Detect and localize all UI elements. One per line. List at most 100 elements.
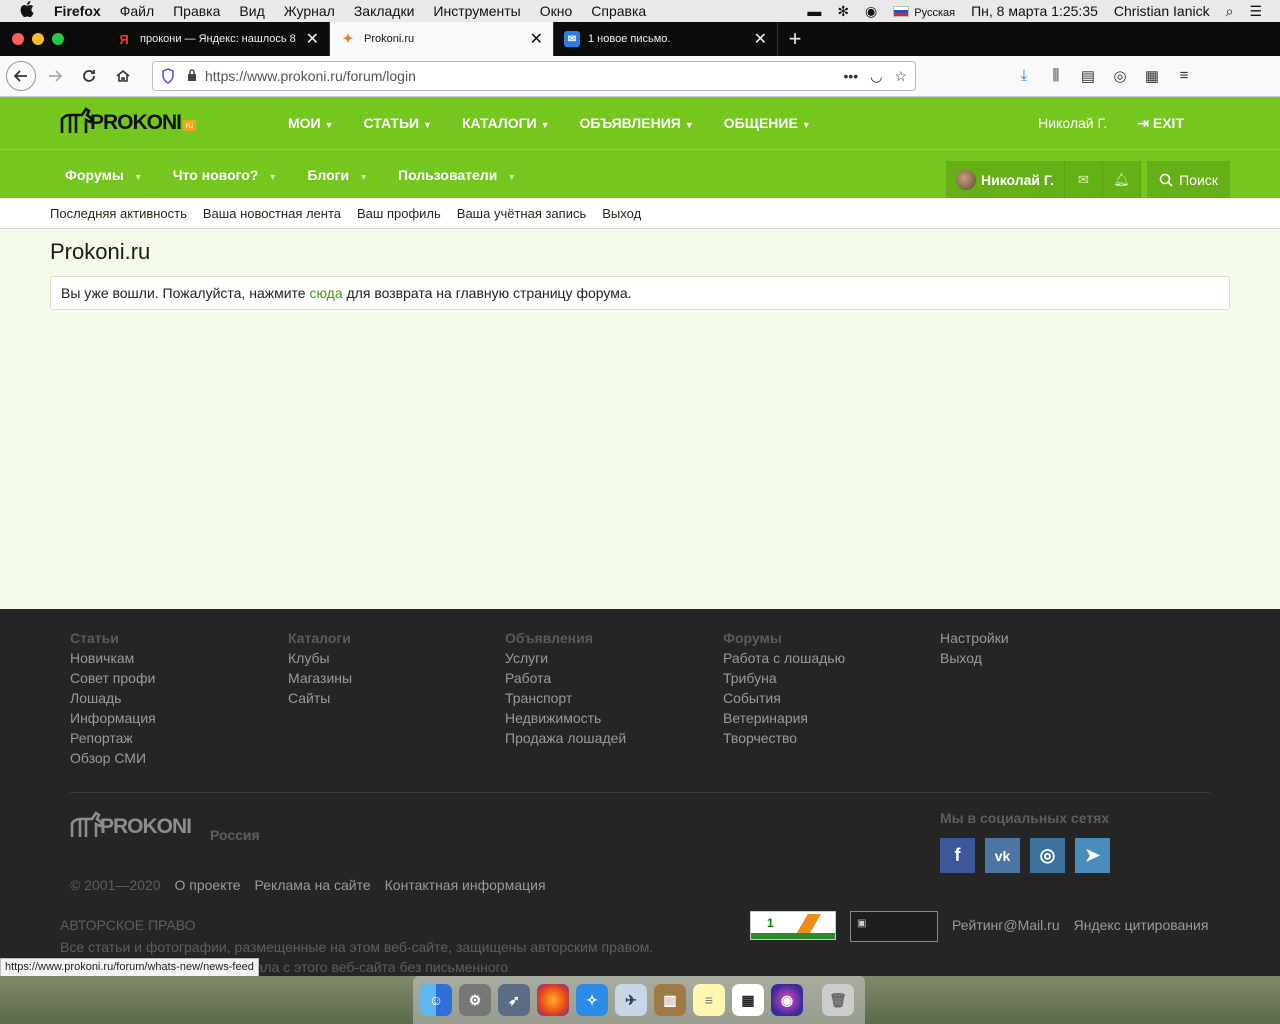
footer-link[interactable]: Настройки xyxy=(940,630,1009,650)
menu-file[interactable]: Файл xyxy=(120,3,154,19)
library-icon[interactable]: ⫼ xyxy=(1040,67,1072,85)
menu-tools[interactable]: Инструменты xyxy=(433,3,520,19)
notebook-icon[interactable]: ▥ xyxy=(654,984,686,1016)
launchpad-icon[interactable]: ➶ xyxy=(498,984,530,1016)
menu-window[interactable]: Окно xyxy=(540,3,573,19)
rating-mail-link[interactable]: Рейтинг@Mail.ru xyxy=(952,917,1060,933)
forum-nav-blogs[interactable]: Блоги ▼ xyxy=(307,167,368,183)
nav-moi[interactable]: МОИ ▼ xyxy=(288,115,334,131)
nav-stati[interactable]: СТАТЬИ ▼ xyxy=(364,115,432,131)
subnav-logout[interactable]: Выход xyxy=(602,206,641,221)
footer-link[interactable]: Услуги xyxy=(505,650,626,670)
downloads-icon[interactable]: ⤓ xyxy=(1008,67,1040,85)
subnav-account[interactable]: Ваша учётная запись xyxy=(457,206,586,221)
forum-nav-users[interactable]: Пользователи ▼ xyxy=(398,167,516,183)
menu-history[interactable]: Журнал xyxy=(284,3,335,19)
tab-yandex[interactable]: Я прокони — Яндекс: нашлось 8 ✕ xyxy=(106,22,330,56)
tab-mail[interactable]: ✉ 1 новое письмо. ✕ xyxy=(554,22,778,56)
safari-icon[interactable]: ✧ xyxy=(576,984,608,1016)
footer-link[interactable]: События xyxy=(723,690,845,710)
sidebar-icon[interactable]: ▤ xyxy=(1072,67,1104,85)
footer-link[interactable]: Информация xyxy=(70,710,156,730)
vk-icon[interactable]: vk xyxy=(985,838,1020,873)
footer-link[interactable]: Трибуна xyxy=(723,670,845,690)
input-source[interactable]: Русская xyxy=(893,3,955,19)
nav-obshchenie[interactable]: ОБЩЕНИЕ ▼ xyxy=(724,115,811,131)
system-preferences-icon[interactable]: ⚙ xyxy=(459,984,491,1016)
firefox-icon[interactable] xyxy=(537,984,569,1016)
page-actions-icon[interactable]: ••• xyxy=(844,68,859,84)
return-to-forum-link[interactable]: сюда xyxy=(309,285,342,301)
prokoni-logo[interactable]: PROKONI ru xyxy=(60,105,197,135)
nav-obyavleniya[interactable]: ОБЪЯВЛЕНИЯ ▼ xyxy=(580,115,694,131)
footer-region[interactable]: Россия xyxy=(210,827,260,843)
trash-icon[interactable]: 🗑︎ xyxy=(822,984,854,1016)
menu-bookmarks[interactable]: Закладки xyxy=(354,3,415,19)
new-tab-button[interactable]: + xyxy=(778,22,812,56)
exit-button[interactable]: ⇥ EXIT xyxy=(1137,115,1184,132)
yandex-citation-link[interactable]: Яндекс цитирования xyxy=(1074,917,1209,933)
footer-link[interactable]: Новичкам xyxy=(70,650,156,670)
forward-button[interactable] xyxy=(40,61,70,91)
footer-link[interactable]: Репортаж xyxy=(70,730,156,750)
subnav-profile[interactable]: Ваш профиль xyxy=(357,206,441,221)
apple-menu-icon[interactable] xyxy=(20,1,40,21)
telegram-icon[interactable]: ➤ xyxy=(1075,838,1110,873)
footer-link[interactable]: Продажа лошадей xyxy=(505,730,626,750)
pocket-icon[interactable]: ◡ xyxy=(870,68,882,85)
extensions-icon[interactable]: ▦ xyxy=(1136,67,1168,85)
lock-icon[interactable] xyxy=(187,68,197,84)
footer-link[interactable]: Недвижимость xyxy=(505,710,626,730)
facebook-icon[interactable]: f xyxy=(940,838,975,873)
minimize-window-button[interactable] xyxy=(32,33,44,45)
url-text[interactable]: https://www.prokoni.ru/forum/login xyxy=(205,68,832,84)
footer-link[interactable]: Ветеринария xyxy=(723,710,845,730)
bell-icon[interactable]: 🔔︎ xyxy=(1103,161,1141,199)
forum-user-link[interactable]: Николай Г. xyxy=(946,161,1065,199)
mail-app-icon[interactable]: ✈ xyxy=(615,984,647,1016)
reload-button[interactable] xyxy=(74,61,104,91)
home-button[interactable] xyxy=(108,61,138,91)
siri-icon[interactable]: ◉ xyxy=(771,984,803,1016)
instagram-icon[interactable]: ◎ xyxy=(1030,838,1065,873)
back-button[interactable] xyxy=(6,61,36,91)
footer-contacts-link[interactable]: Контактная информация xyxy=(385,877,546,893)
account-icon[interactable]: ◎ xyxy=(1104,67,1136,85)
footer-link[interactable]: Лошадь xyxy=(70,690,156,710)
forum-nav-forums[interactable]: Форумы ▼ xyxy=(65,167,143,183)
inbox-icon[interactable]: ✉ xyxy=(1065,161,1103,199)
liveinternet-counter[interactable]: 1 xyxy=(750,911,836,940)
forum-nav-whats-new[interactable]: Что нового? ▼ xyxy=(173,167,278,183)
footer-link[interactable]: Магазины xyxy=(288,670,352,690)
clock[interactable]: Пн, 8 марта 1:25:35 xyxy=(971,3,1098,19)
notes-icon[interactable]: ≡ xyxy=(693,984,725,1016)
spotlight-icon[interactable]: ⌕ xyxy=(1226,3,1234,20)
footer-link[interactable]: Работа с лошадью xyxy=(723,650,845,670)
header-user-name[interactable]: Николай Г. xyxy=(1038,115,1107,131)
notification-center-icon[interactable]: ☰ xyxy=(1249,3,1262,20)
close-window-button[interactable] xyxy=(12,33,24,45)
footer-link[interactable]: Творчество xyxy=(723,730,845,750)
address-bar[interactable]: https://www.prokoni.ru/forum/login ••• ◡… xyxy=(152,61,916,91)
nav-katalogi[interactable]: КАТАЛОГИ ▼ xyxy=(462,115,550,131)
calendar-icon[interactable]: ▦ xyxy=(732,984,764,1016)
mail-counter[interactable]: ▣ xyxy=(850,911,938,942)
wifi-icon[interactable]: ◉ xyxy=(865,3,877,20)
footer-logo[interactable]: PROKONI xyxy=(70,809,192,839)
finder-icon[interactable]: ☺ xyxy=(420,984,452,1016)
footer-link[interactable]: Сайты xyxy=(288,690,352,710)
bookmark-star-icon[interactable]: ☆ xyxy=(894,68,907,85)
subnav-latest-activity[interactable]: Последняя активность xyxy=(50,206,187,221)
hamburger-menu-icon[interactable]: ≡ xyxy=(1168,67,1200,85)
close-tab-icon[interactable]: ✕ xyxy=(530,29,543,49)
menu-help[interactable]: Справка xyxy=(591,3,646,19)
close-tab-icon[interactable]: ✕ xyxy=(306,29,319,49)
footer-link[interactable]: Транспорт xyxy=(505,690,626,710)
footer-link[interactable]: Выход xyxy=(940,650,1009,670)
bluetooth-icon[interactable]: ✻ xyxy=(837,3,849,20)
menu-edit[interactable]: Правка xyxy=(173,3,220,19)
menu-view[interactable]: Вид xyxy=(239,3,264,19)
menu-firefox[interactable]: Firefox xyxy=(54,3,101,19)
footer-ads-link[interactable]: Реклама на сайте xyxy=(255,877,371,893)
footer-about-link[interactable]: О проекте xyxy=(175,877,241,893)
